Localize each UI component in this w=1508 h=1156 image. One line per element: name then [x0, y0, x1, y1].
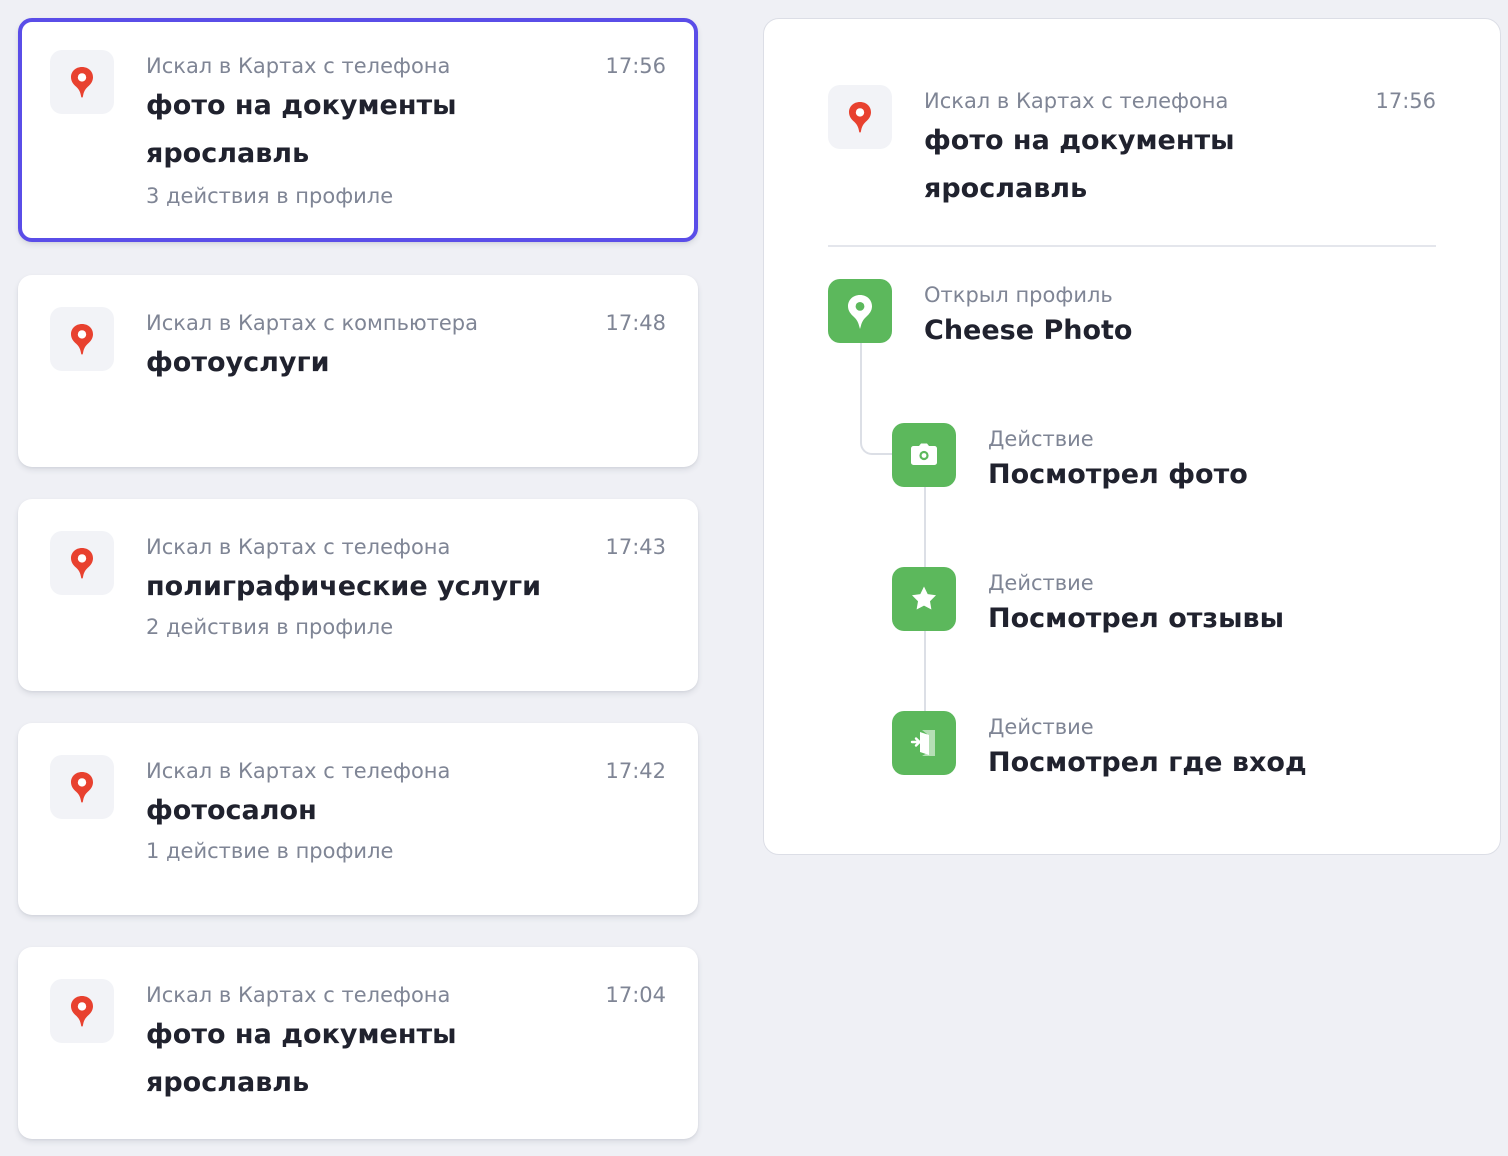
search-time: 17:04 [605, 983, 666, 1007]
search-source: Искал в Картах с телефона [146, 535, 451, 559]
timeline-connector [860, 343, 894, 455]
profile-actions-count: 2 действия в профиле [146, 615, 394, 639]
search-source: Искал в Картах с компьютера [146, 311, 479, 335]
profile-actions-count: 3 действия в профиле [146, 184, 394, 208]
action-label: Действие [988, 715, 1094, 739]
search-time: 17:48 [605, 311, 666, 335]
search-query: фотосалон [146, 795, 317, 826]
action-title: Посмотрел фото [988, 459, 1248, 490]
search-time: 17:56 [605, 54, 666, 78]
search-time: 17:43 [605, 535, 666, 559]
detail-source: Искал в Картах с телефона [924, 89, 1229, 113]
divider [828, 245, 1436, 247]
search-card[interactable]: Искал в Картах с телефона 17:43 полиграф… [18, 499, 698, 691]
profile-name[interactable]: Cheese Photo [924, 315, 1132, 346]
camera-icon [892, 423, 956, 487]
search-card[interactable]: Искал в Картах с компьютера 17:48 фотоус… [18, 275, 698, 467]
search-card[interactable]: Искал в Картах с телефона 17:42 фотосало… [18, 723, 698, 915]
search-card[interactable]: Искал в Картах с телефона 17:56 фото на … [18, 18, 698, 242]
action-label: Действие [988, 427, 1094, 451]
star-icon [892, 567, 956, 631]
detail-query: фото на документы ярославль [924, 125, 1235, 204]
location-pin-icon [828, 279, 892, 343]
action-title: Посмотрел отзывы [988, 603, 1285, 634]
search-source: Искал в Картах с телефона [146, 983, 451, 1007]
entrance-icon [892, 711, 956, 775]
search-query: фото на документы ярославль [146, 90, 457, 169]
maps-pin-icon [50, 979, 114, 1043]
maps-pin-icon [828, 85, 892, 149]
search-query: полиграфические услуги [146, 571, 542, 602]
search-card[interactable]: Искал в Картах с телефона 17:04 фото на … [18, 947, 698, 1139]
maps-pin-icon [50, 755, 114, 819]
search-query: фотоуслуги [146, 347, 330, 378]
action-label: Действие [988, 571, 1094, 595]
detail-time: 17:56 [1375, 89, 1436, 113]
maps-pin-icon [50, 307, 114, 371]
search-detail-panel: Искал в Картах с телефона 17:56 фото на … [763, 18, 1501, 855]
search-source: Искал в Картах с телефона [146, 54, 451, 78]
search-query: фото на документы ярославль [146, 1019, 457, 1098]
profile-actions-count: 1 действие в профиле [146, 839, 394, 863]
action-title: Посмотрел где вход [988, 747, 1307, 778]
maps-pin-icon [50, 50, 114, 114]
profile-label: Открыл профиль [924, 283, 1113, 307]
maps-pin-icon [50, 531, 114, 595]
search-time: 17:42 [605, 759, 666, 783]
search-source: Искал в Картах с телефона [146, 759, 451, 783]
